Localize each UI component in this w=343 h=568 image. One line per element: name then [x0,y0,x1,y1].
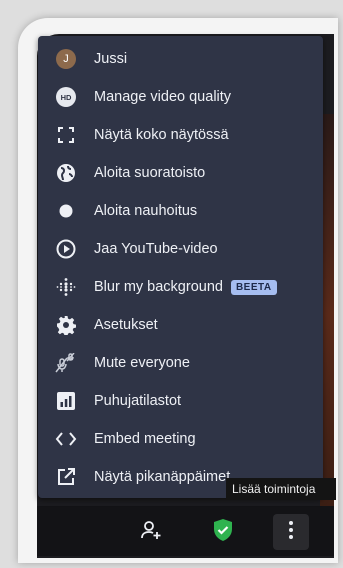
menu-item-label: Aloita nauhoitus [94,203,198,219]
avatar-icon: J [38,49,94,69]
fullscreen-icon [38,126,94,144]
security-options-button[interactable] [205,514,241,550]
menu-item-label: Manage video quality [94,89,232,105]
menu-item-label: Näytä pikanäppäimet [94,469,231,485]
menu-item-label: Näytä koko näytössä [94,127,229,143]
menu-item-label: Aloita suoratoisto [94,165,206,181]
stats-icon [38,391,94,411]
menu-item-mute-everyone[interactable]: Mute everyone [38,344,323,382]
menu-item-speaker-stats[interactable]: Puhujatilastot [38,382,323,420]
menu-item-start-recording[interactable]: Aloita nauhoitus [38,192,323,230]
more-actions-menu: J Jussi HD Manage video quality Näytä ko… [38,36,323,498]
menu-item-video-quality[interactable]: HD Manage video quality [38,78,323,116]
globe-icon [38,163,94,183]
more-actions-button[interactable] [273,514,309,550]
menu-item-settings[interactable]: Asetukset [38,306,323,344]
invite-people-icon [140,519,162,546]
gear-icon [38,315,94,335]
more-actions-tooltip: Lisää toimintoja [226,478,336,500]
security-shield-icon [212,518,234,547]
more-actions-icon [288,520,294,545]
menu-item-share-youtube[interactable]: Jaa YouTube-video [38,230,323,268]
external-link-icon [38,467,94,487]
invite-people-button[interactable] [133,514,169,550]
menu-item-label: Jussi [94,51,128,67]
menu-item-start-stream[interactable]: Aloita suoratoisto [38,154,323,192]
record-icon [38,203,94,219]
beta-badge: BEETA [230,279,277,295]
meeting-toolbar [37,506,334,556]
avatar: J [56,49,76,69]
menu-item-fullscreen[interactable]: Näytä koko näytössä [38,116,323,154]
hd-icon: HD [38,87,94,107]
menu-item-blur-background[interactable]: Blur my background BEETA [38,268,323,306]
play-circle-icon [38,239,94,259]
menu-item-label: Blur my background [94,279,223,295]
menu-item-label: Puhujatilastot [94,393,182,409]
menu-item-label: Mute everyone [94,355,190,371]
blur-icon [38,277,94,297]
mute-everyone-icon [38,353,94,373]
menu-item-label: Jaa YouTube-video [94,241,218,257]
code-icon [38,431,94,447]
menu-item-embed-meeting[interactable]: Embed meeting [38,420,323,458]
menu-item-profile[interactable]: J Jussi [38,40,323,78]
menu-item-label: Asetukset [94,317,158,333]
menu-item-label: Embed meeting [94,431,196,447]
